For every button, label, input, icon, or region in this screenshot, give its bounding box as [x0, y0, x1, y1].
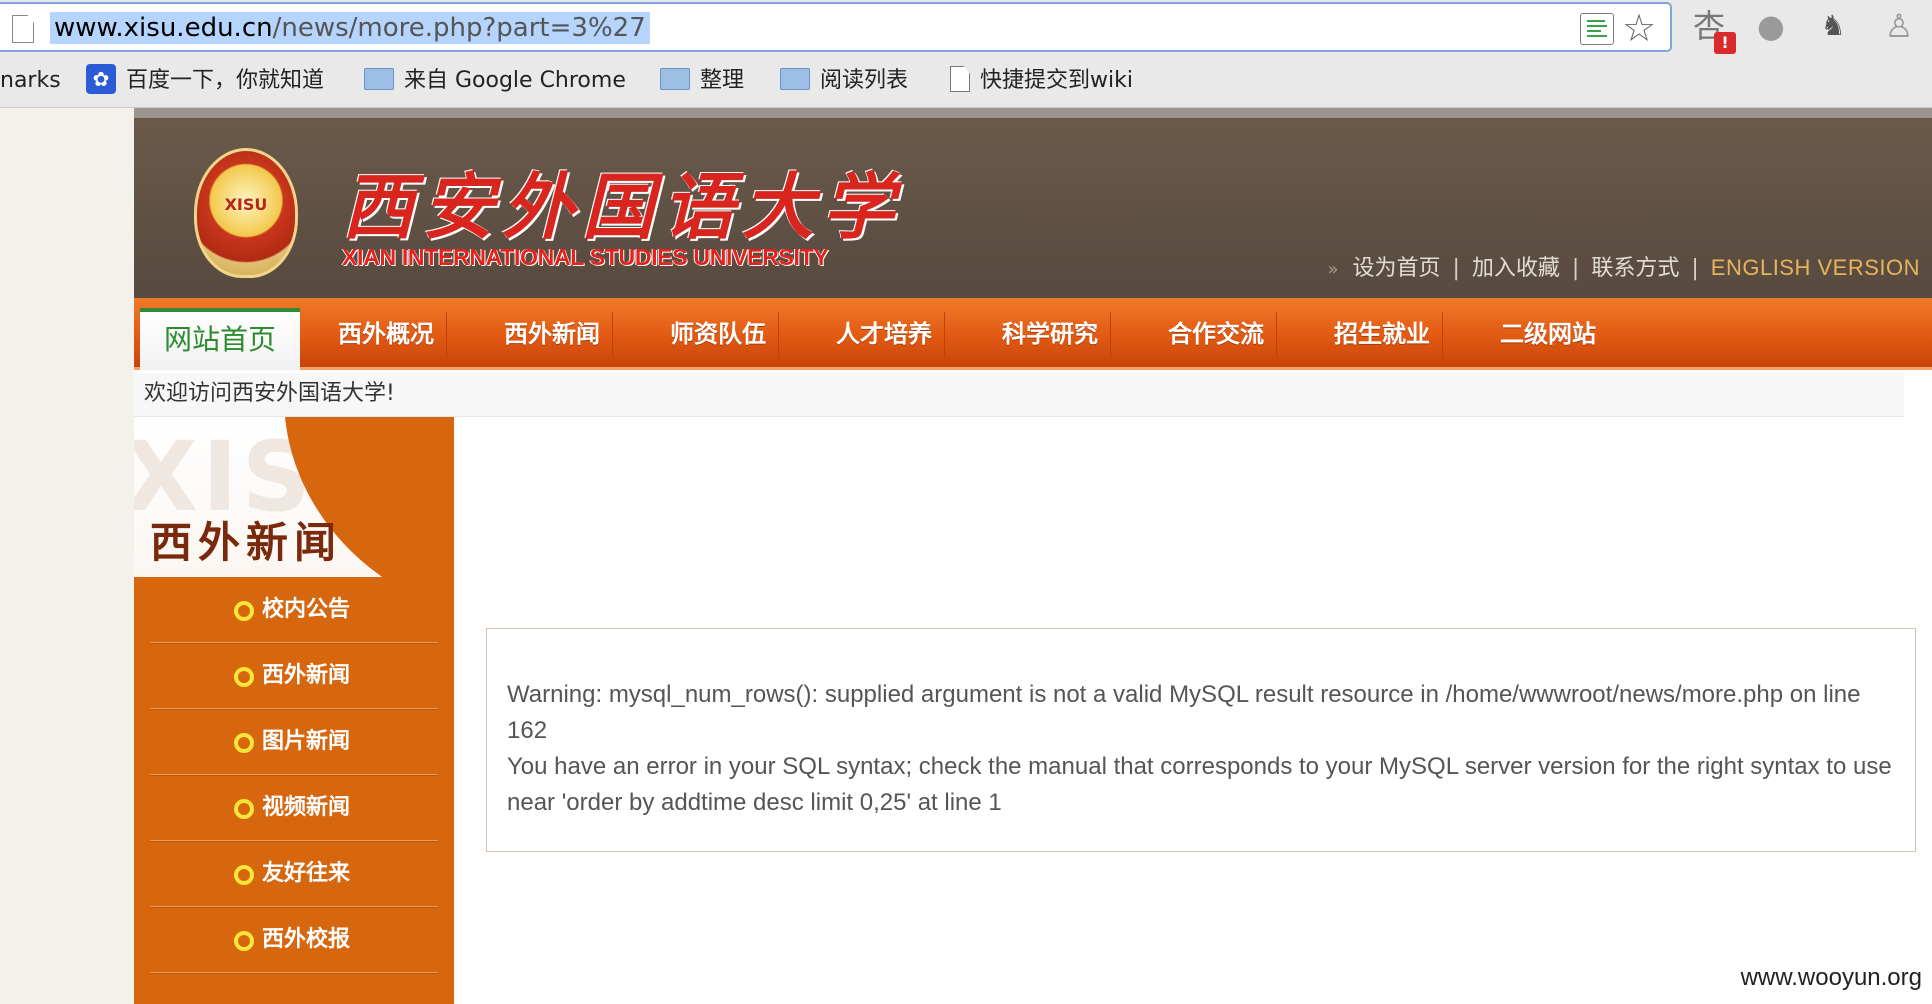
bookmark-submit-wiki[interactable]: 快捷提交到wiki — [950, 58, 1133, 104]
nav-item-cooperation[interactable]: 合作交流 — [1168, 298, 1264, 370]
url-path: /news/more.php?part=3%27 — [272, 13, 646, 43]
browser-toolbar: www.xisu.edu.cn/news/more.php?part=3%27 … — [0, 0, 1932, 108]
nav-item-home[interactable]: 网站首页 — [140, 308, 300, 370]
nav-item-news[interactable]: 西外新闻 — [504, 298, 600, 370]
sidebar-item-friendly-exchanges[interactable]: 友好往来 — [150, 841, 438, 907]
bookmark-folder-organize[interactable]: 整理 — [660, 58, 744, 104]
sidebar-item-photo-news[interactable]: 图片新闻 — [150, 709, 438, 775]
nav-item-sub-sites[interactable]: 二级网站 — [1500, 298, 1596, 370]
evernote-icon[interactable]: ♞ — [1814, 4, 1852, 48]
sidebar-title: 西外新闻 — [150, 518, 343, 567]
link-set-homepage[interactable]: 设为首页 — [1352, 256, 1440, 281]
globe-icon[interactable]: ● — [1752, 4, 1790, 48]
extension-badge: ! — [1714, 32, 1736, 54]
folder-icon — [364, 68, 394, 90]
nav-item-faculty[interactable]: 师资队伍 — [670, 298, 766, 370]
nav-item-overview[interactable]: 西外概况 — [338, 298, 434, 370]
bullet-icon — [234, 799, 254, 819]
bullet-icon — [234, 667, 254, 687]
shield-icon[interactable]: ♙ — [1880, 4, 1918, 48]
sidebar-header: XISU 西外新闻 — [134, 417, 454, 577]
sidebar-item-school-paper[interactable]: 西外校报 — [150, 907, 438, 973]
sidebar-item-video-news[interactable]: 视频新闻 — [150, 775, 438, 841]
bookmark-item[interactable]: narks — [0, 58, 61, 104]
link-add-favorite[interactable]: 加入收藏 — [1472, 256, 1560, 281]
bullet-icon — [234, 865, 254, 885]
bookmark-folder-chrome[interactable]: 来自 Google Chrome — [364, 58, 626, 104]
bookmarks-bar: narks ✿ 百度一下，你就知道 来自 Google Chrome 整理 阅读列… — [0, 58, 1932, 104]
site-header: XISU 西安外国语大学 XIAN INTERNATIONAL STUDIES … — [134, 108, 1932, 298]
page-icon — [12, 15, 34, 43]
nav-item-education[interactable]: 人才培养 — [836, 298, 932, 370]
bullet-icon — [234, 733, 254, 753]
main-nav: 网站首页 西外概况 西外新闻 师资队伍 人才培养 科学研究 合作交流 招生就业 … — [134, 298, 1932, 370]
nav-item-research[interactable]: 科学研究 — [1002, 298, 1098, 370]
university-name-english: XIAN INTERNATIONAL STUDIES UNIVERSITY — [342, 244, 829, 270]
baidu-paw-icon: ✿ — [86, 64, 116, 94]
link-contact[interactable]: 联系方式 — [1591, 256, 1679, 281]
bullet-icon — [234, 931, 254, 951]
php-warning-text: Warning: mysql_num_rows(): supplied argu… — [507, 681, 1861, 744]
double-chevron-icon: » — [1327, 259, 1339, 280]
folder-icon — [780, 68, 810, 90]
nav-item-admissions[interactable]: 招生就业 — [1334, 298, 1430, 370]
bookmark-baidu[interactable]: ✿ 百度一下，你就知道 — [86, 58, 324, 104]
university-seal-logo[interactable]: XISU — [194, 148, 298, 278]
error-message-box: Warning: mysql_num_rows(): supplied argu… — [486, 628, 1916, 852]
watermark-text: www.wooyun.org — [1740, 964, 1922, 991]
url-text[interactable]: www.xisu.edu.cn/news/more.php?part=3%27 — [50, 12, 650, 44]
document-icon — [950, 66, 970, 92]
url-host: www.xisu.edu.cn — [54, 13, 273, 43]
header-links: » 设为首页 | 加入收藏 | 联系方式 | ENGLISH VERSION — [1327, 255, 1920, 281]
sidebar-item-campus-notices[interactable]: 校内公告 — [150, 577, 438, 643]
sidebar-item-xisu-news[interactable]: 西外新闻 — [150, 643, 438, 709]
reader-mode-icon[interactable] — [1580, 13, 1614, 45]
news-sidebar: XISU 西外新闻 校内公告 西外新闻 图片新闻 视频新闻 友好往来 西外校报 — [134, 417, 454, 1004]
address-bar[interactable]: www.xisu.edu.cn/news/more.php?part=3%27 … — [0, 2, 1672, 52]
website-page: XISU 西安外国语大学 XIAN INTERNATIONAL STUDIES … — [134, 108, 1932, 1004]
bookmark-folder-reading-list[interactable]: 阅读列表 — [780, 58, 908, 104]
sql-error-text: You have an error in your SQL syntax; ch… — [507, 753, 1892, 816]
welcome-bar: 欢迎访问西安外国语大学! — [134, 373, 1904, 417]
folder-icon — [660, 68, 690, 90]
bullet-icon — [234, 601, 254, 621]
link-english-version[interactable]: ENGLISH VERSION — [1711, 255, 1920, 280]
star-icon[interactable]: ☆ — [1622, 6, 1656, 50]
university-name-chinese: 西安外国语大学 — [342, 164, 903, 249]
